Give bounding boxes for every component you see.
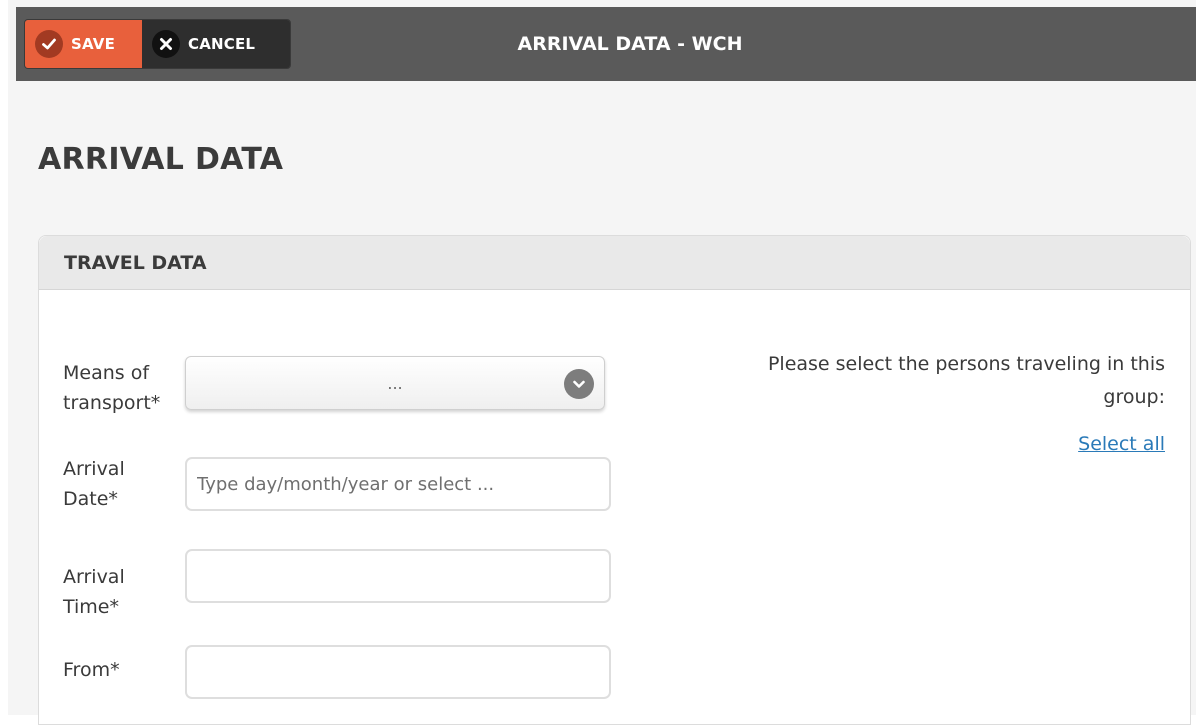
toolbar-button-group: SAVE CANCEL: [24, 19, 291, 69]
close-icon: [152, 30, 180, 58]
save-button[interactable]: SAVE: [25, 20, 142, 68]
label-line: Date*: [63, 488, 118, 510]
arrival-time-input[interactable]: [185, 549, 611, 603]
cancel-button[interactable]: CANCEL: [142, 20, 290, 68]
label-line: Arrival: [63, 458, 125, 480]
cancel-button-label: CANCEL: [188, 35, 256, 53]
arrival-date-label: Arrival Date*: [63, 454, 193, 514]
means-of-transport-select[interactable]: ...: [185, 356, 605, 410]
label-line: From*: [63, 659, 120, 681]
label-line: Time*: [63, 596, 119, 618]
check-circle-icon: [35, 30, 63, 58]
page: ARRIVAL DATA - WCH SAVE CANCEL ARRIVAL D…: [0, 0, 1196, 725]
persons-selection-note: Please select the persons traveling in t…: [645, 348, 1165, 414]
page-title: ARRIVAL DATA: [38, 142, 284, 177]
label-line: Arrival: [63, 566, 125, 588]
chevron-down-icon: [564, 369, 594, 399]
travel-data-panel: TRAVEL DATA Means of transport* ... Arri…: [38, 235, 1191, 725]
note-line: Please select the persons traveling in t…: [767, 353, 1165, 375]
panel-header: TRAVEL DATA: [39, 236, 1190, 290]
save-button-label: SAVE: [71, 35, 116, 53]
arrival-time-label: Arrival Time*: [63, 562, 193, 622]
arrival-date-input[interactable]: [185, 457, 611, 511]
label-line: transport*: [63, 392, 161, 414]
label-line: Means of: [63, 362, 150, 384]
select-all-link[interactable]: Select all: [1078, 433, 1165, 455]
select-value: ...: [387, 373, 403, 393]
from-label: From*: [63, 655, 193, 685]
note-line: group:: [1103, 386, 1165, 408]
toolbar: ARRIVAL DATA - WCH SAVE CANCEL: [16, 7, 1196, 81]
from-input[interactable]: [185, 645, 611, 699]
means-of-transport-label: Means of transport*: [63, 358, 193, 418]
